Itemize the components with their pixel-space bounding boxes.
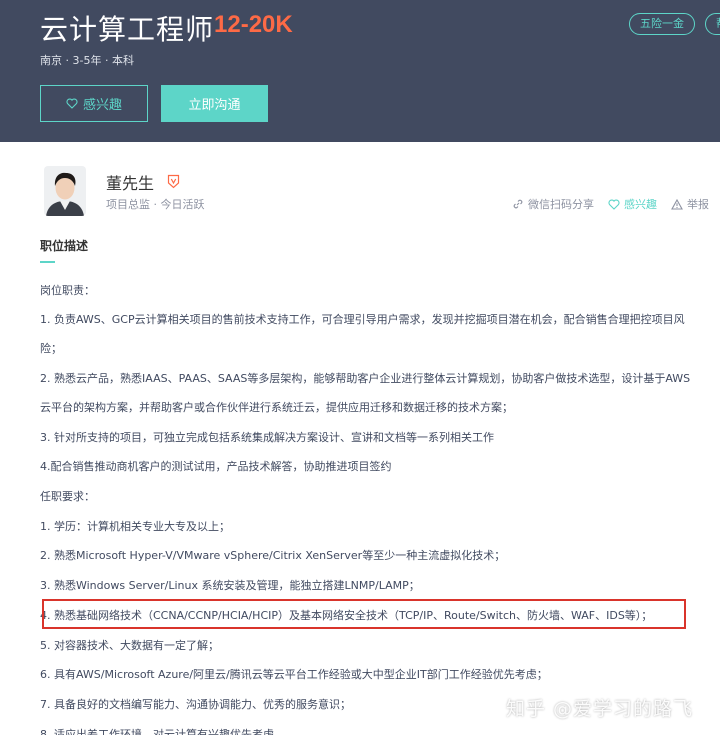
verified-badge-icon bbox=[167, 174, 180, 189]
description-line: 3. 针对所支持的项目，可独立完成包括系统集成解决方案设计、宣讲和文档等一系列相… bbox=[40, 431, 494, 444]
description-line: 2. 熟悉Microsoft Hyper-V/VMware vSphere/Ci… bbox=[40, 549, 506, 562]
interest-button[interactable]: 感兴趣 bbox=[40, 85, 148, 122]
interest-button-label: 感兴趣 bbox=[82, 98, 122, 113]
report-action[interactable]: 举报 bbox=[671, 196, 709, 212]
description-line: 8. 适应出差工作环境，对云计算有兴趣优先考虑 bbox=[40, 728, 274, 735]
description-line: 3. 熟悉Windows Server/Linux 系统安装及管理，能独立搭建L… bbox=[40, 579, 420, 592]
link-icon bbox=[513, 199, 523, 209]
job-salary: 12-20K bbox=[214, 11, 293, 38]
chat-button[interactable]: 立即沟通 bbox=[161, 85, 268, 122]
job-header: 云计算工程师 12-20K 南京 · 3-5年 · 本科 五险一金 帮 感兴趣 … bbox=[0, 0, 720, 142]
recruiter-name: 董先生 bbox=[106, 174, 155, 193]
section-title: 职位描述 bbox=[40, 239, 89, 253]
description-line: 4.配合销售推动商机客户的测试试用，产品技术解答，协助推进项目签约 bbox=[40, 460, 392, 473]
warning-icon bbox=[671, 198, 683, 210]
description-line: 云平台的架构方案，并帮助客户或合作伙伴进行系统迁云，提供应用迁移和数据迁移的技术… bbox=[40, 401, 513, 414]
recruiter-info: 项目总监 · 今日活跃 bbox=[106, 198, 205, 211]
avatar bbox=[44, 166, 86, 216]
description-line: 岗位职责： bbox=[40, 284, 95, 297]
benefit-tag: 五险一金 bbox=[629, 13, 695, 35]
description-line: 险； bbox=[40, 342, 62, 355]
job-title: 云计算工程师 bbox=[40, 13, 215, 46]
section-underline bbox=[40, 261, 55, 263]
benefit-tag: 帮 bbox=[705, 13, 720, 35]
description-line: 1. 负责AWS、GCP云计算相关项目的售前技术支持工作，可合理引导用户需求，发… bbox=[40, 313, 685, 326]
heart-icon bbox=[66, 98, 78, 109]
job-meta: 南京 · 3-5年 · 本科 bbox=[40, 54, 134, 67]
job-actions: 微信扫码分享 感兴趣 举报 bbox=[512, 196, 709, 212]
description-line: 7. 具备良好的文档编写能力、沟通协调能力、优秀的服务意识； bbox=[40, 698, 351, 711]
highlight-annotation bbox=[42, 599, 686, 629]
description-line: 5. 对容器技术、大数据有一定了解； bbox=[40, 639, 219, 652]
interest-label: 感兴趣 bbox=[624, 198, 657, 211]
watermark: 知乎 @爱学习的路飞 bbox=[506, 698, 694, 720]
report-label: 举报 bbox=[687, 198, 709, 211]
description-line: 2. 熟悉云产品，熟悉IAAS、PAAS、SAAS等多层架构，能够帮助客户企业进… bbox=[40, 372, 691, 385]
description-line: 1. 学历：计算机相关专业大专及以上； bbox=[40, 520, 230, 533]
description-line: 任职要求： bbox=[40, 490, 95, 503]
share-action[interactable]: 微信扫码分享 bbox=[512, 196, 594, 212]
share-label: 微信扫码分享 bbox=[528, 198, 594, 211]
interest-action[interactable]: 感兴趣 bbox=[608, 196, 657, 212]
heart-icon bbox=[608, 199, 620, 210]
description-line: 6. 具有AWS/Microsoft Azure/阿里云/腾讯云等云平台工作经验… bbox=[40, 668, 548, 681]
